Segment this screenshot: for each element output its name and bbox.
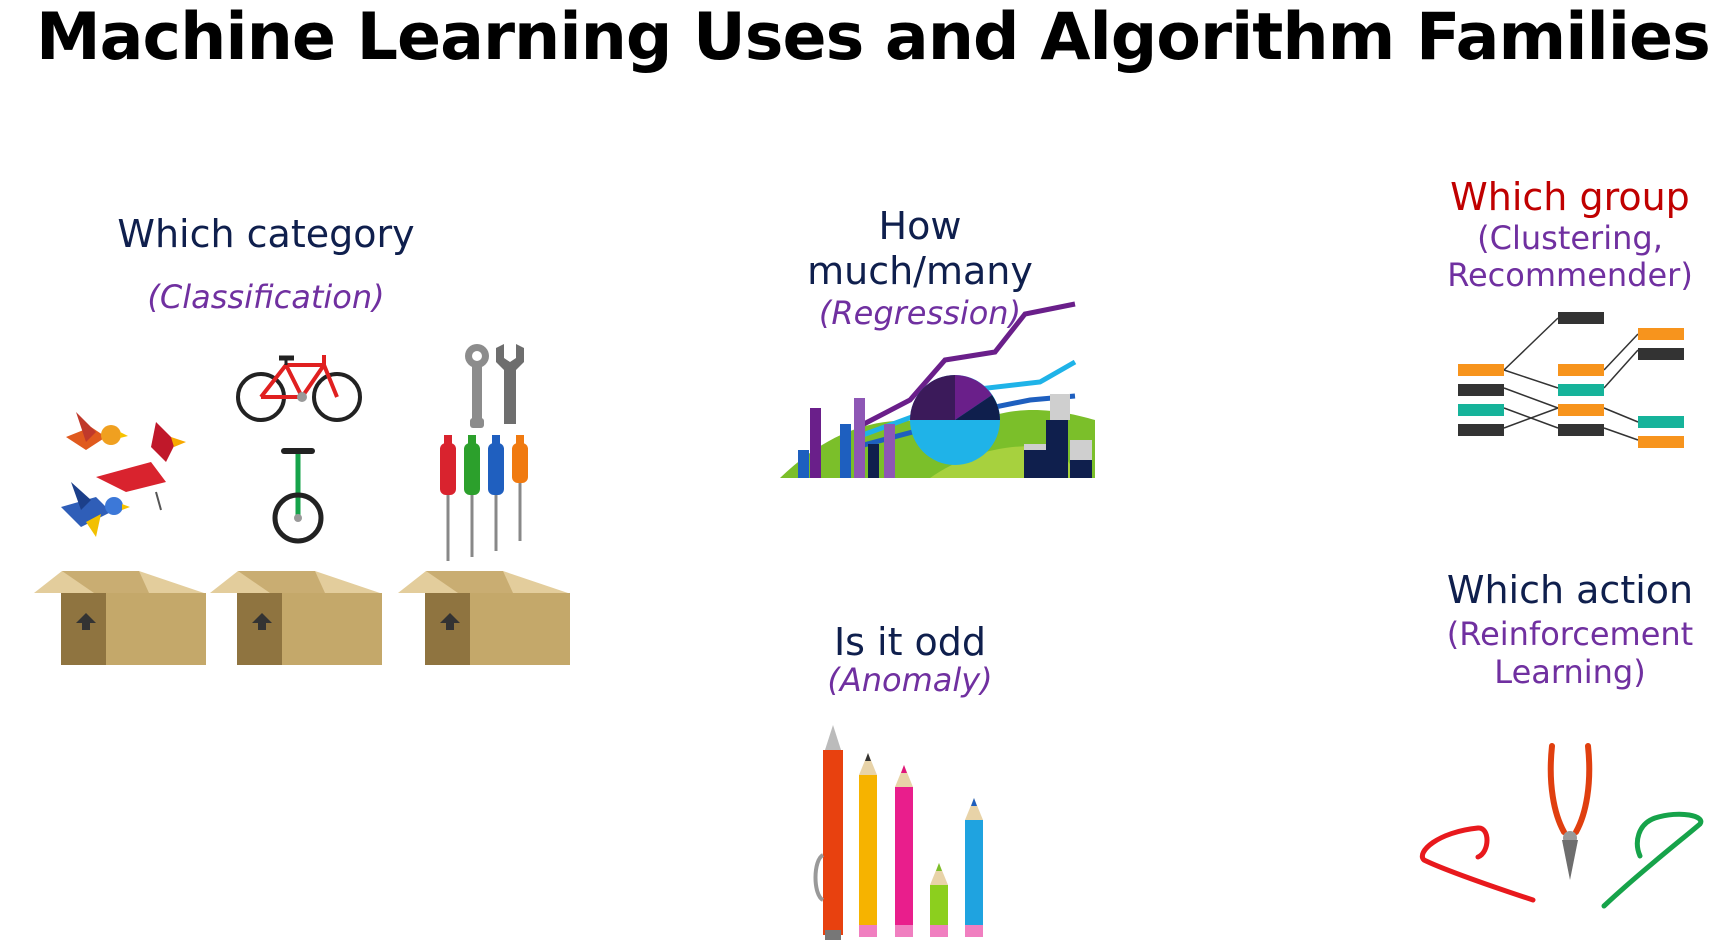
reinforcement-subtitle-line1: (Reinforcement bbox=[1446, 615, 1694, 653]
reinforcement-subtitle-line2: Learning) bbox=[1494, 653, 1646, 691]
box-icon bbox=[398, 571, 570, 665]
box-icon bbox=[34, 571, 206, 665]
pliers-icon bbox=[1547, 743, 1593, 880]
network-icon bbox=[1458, 312, 1684, 448]
wrench-icon bbox=[465, 344, 524, 428]
page-title: Machine Learning Uses and Algorithm Fami… bbox=[36, 0, 1711, 75]
pencil-icon bbox=[813, 725, 983, 940]
screwdriver-icon bbox=[440, 435, 528, 561]
box-icon bbox=[210, 571, 382, 665]
bicycle-icon bbox=[236, 355, 362, 422]
wire-icon bbox=[1419, 825, 1536, 903]
clustering-subtitle-line2: Recommender) bbox=[1447, 256, 1693, 294]
regression-heading-line1: How bbox=[878, 204, 962, 248]
bird-icon bbox=[61, 412, 186, 537]
classification-heading: Which category bbox=[117, 212, 415, 256]
classification-subtitle: (Classification) bbox=[147, 278, 385, 316]
clustering-subtitle-line1: (Clustering, bbox=[1477, 219, 1663, 257]
chart-icon bbox=[780, 301, 1095, 478]
anomaly-subtitle: (Anomaly) bbox=[827, 661, 993, 699]
reinforcement-heading: Which action bbox=[1446, 568, 1694, 612]
wire-icon bbox=[1601, 811, 1704, 909]
clustering-heading: Which group bbox=[1450, 175, 1690, 219]
regression-heading-line2: much/many bbox=[807, 249, 1033, 293]
unicycle-icon bbox=[272, 448, 324, 544]
anomaly-heading: Is it odd bbox=[833, 620, 987, 664]
